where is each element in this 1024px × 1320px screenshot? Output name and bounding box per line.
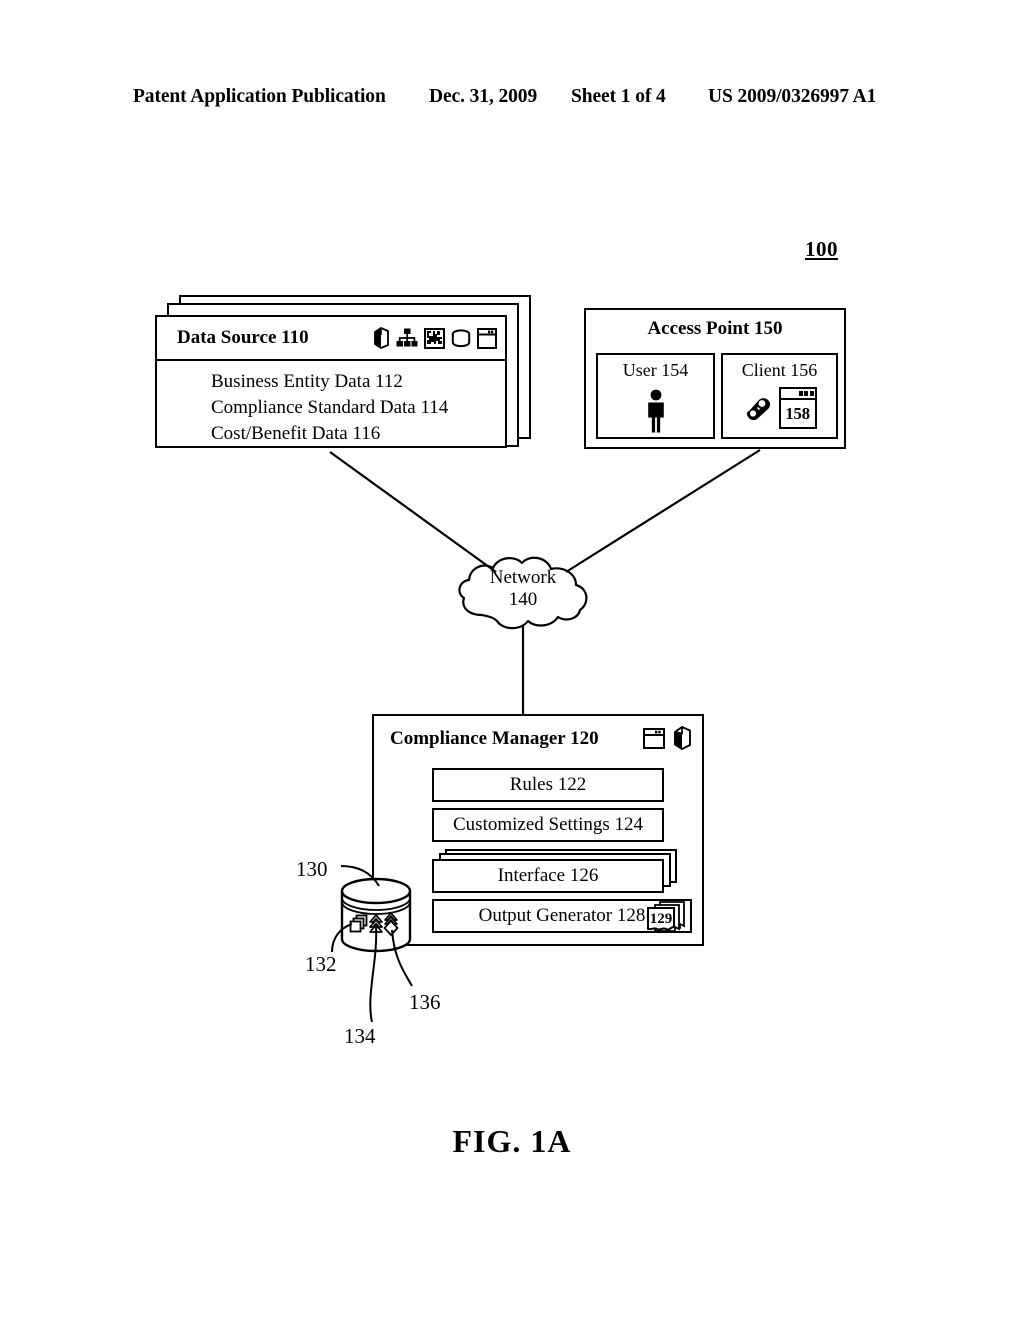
- database-icon: [451, 328, 471, 347]
- window-icon: [643, 728, 665, 749]
- access-point-title: Access Point 150: [647, 318, 783, 339]
- rules-label: Rules 122: [509, 774, 587, 795]
- person-icon: [647, 389, 664, 433]
- client-window-label: 158: [785, 403, 810, 423]
- interface-label: Interface 126: [497, 865, 599, 886]
- chip-grid-icon: [424, 327, 445, 349]
- network-reference: 140: [508, 588, 538, 610]
- figure-caption: FIG. 1A: [452, 1123, 572, 1159]
- client-icon-row: 158: [723, 387, 836, 429]
- compliance-manager-title: Compliance Manager 120: [390, 728, 599, 749]
- customized-settings-label: Customized Settings 124: [453, 814, 643, 835]
- output-documents-icon: 129: [647, 901, 685, 932]
- user-panel[interactable]: User 154: [596, 353, 715, 439]
- data-source-block: Data Source 110 Business Entity Data 112…: [155, 295, 535, 455]
- reference-label-136: 136: [409, 990, 441, 1014]
- interface-row[interactable]: Interface 126: [432, 859, 664, 893]
- network-cloud[interactable]: Network 140: [452, 553, 594, 635]
- output-badge-text: 129: [650, 911, 673, 927]
- data-source-item-list: Business Entity Data 112 Compliance Stan…: [157, 361, 505, 448]
- access-point-card[interactable]: Access Point 150 User 154 Client 156 158: [584, 308, 846, 449]
- interface-block: Interface 126: [432, 849, 677, 895]
- client-panel[interactable]: Client 156 158: [721, 353, 838, 439]
- customized-settings-row[interactable]: Customized Settings 124: [432, 808, 664, 842]
- system-reference-100: 100: [805, 237, 838, 261]
- database-cylinder-shape: [340, 877, 412, 953]
- publication-label: Patent Application Publication: [133, 86, 386, 107]
- client-window-158[interactable]: 158: [778, 387, 817, 429]
- data-source-title: Data Source 110: [177, 327, 309, 348]
- sheet-number: Sheet 1 of 4: [571, 86, 666, 107]
- data-source-item: Business Entity Data 112: [211, 371, 403, 392]
- data-source-icon-row: [373, 327, 497, 349]
- data-source-card[interactable]: Data Source 110 Business Entity Data 112…: [155, 315, 507, 448]
- cube-icon: [674, 726, 691, 750]
- data-source-header: Data Source 110: [157, 317, 505, 361]
- compliance-manager-card[interactable]: Compliance Manager 120 Rules 122 Customi…: [372, 714, 704, 946]
- data-source-item: Compliance Standard Data 114: [211, 397, 449, 419]
- user-label: User 154: [622, 360, 689, 380]
- telephone-icon: [746, 398, 770, 421]
- patent-number: US 2009/0326997 A1: [708, 86, 877, 107]
- reference-leader-lines: [331, 865, 413, 1023]
- output-generator-label: Output Generator 128: [478, 905, 646, 926]
- page-header: Patent Application Publication Dec. 31, …: [0, 86, 1024, 116]
- network-text-block: Network 140: [452, 567, 594, 611]
- publication-date: Dec. 31, 2009: [429, 86, 538, 107]
- output-generator-row[interactable]: Output Generator 128 129: [432, 899, 692, 933]
- connector-lines: [329, 449, 761, 716]
- compliance-manager-icon-row: [643, 726, 692, 750]
- reference-label-132: 132: [305, 952, 337, 976]
- reference-label-130: 130: [296, 857, 328, 881]
- client-label: Client 156: [741, 360, 818, 380]
- stacked-squares-icon: [349, 914, 368, 933]
- network-tree-icon: [396, 328, 418, 347]
- database-130[interactable]: [336, 877, 416, 957]
- data-source-item: Cost/Benefit Data 116: [211, 423, 381, 445]
- reference-label-134: 134: [344, 1024, 376, 1048]
- cube-icon: [374, 327, 389, 349]
- window-control-dots: [798, 391, 814, 396]
- rules-row[interactable]: Rules 122: [432, 768, 664, 802]
- network-name: Network: [489, 567, 557, 588]
- window-icon: [477, 327, 497, 349]
- window-titlebar: [780, 389, 815, 400]
